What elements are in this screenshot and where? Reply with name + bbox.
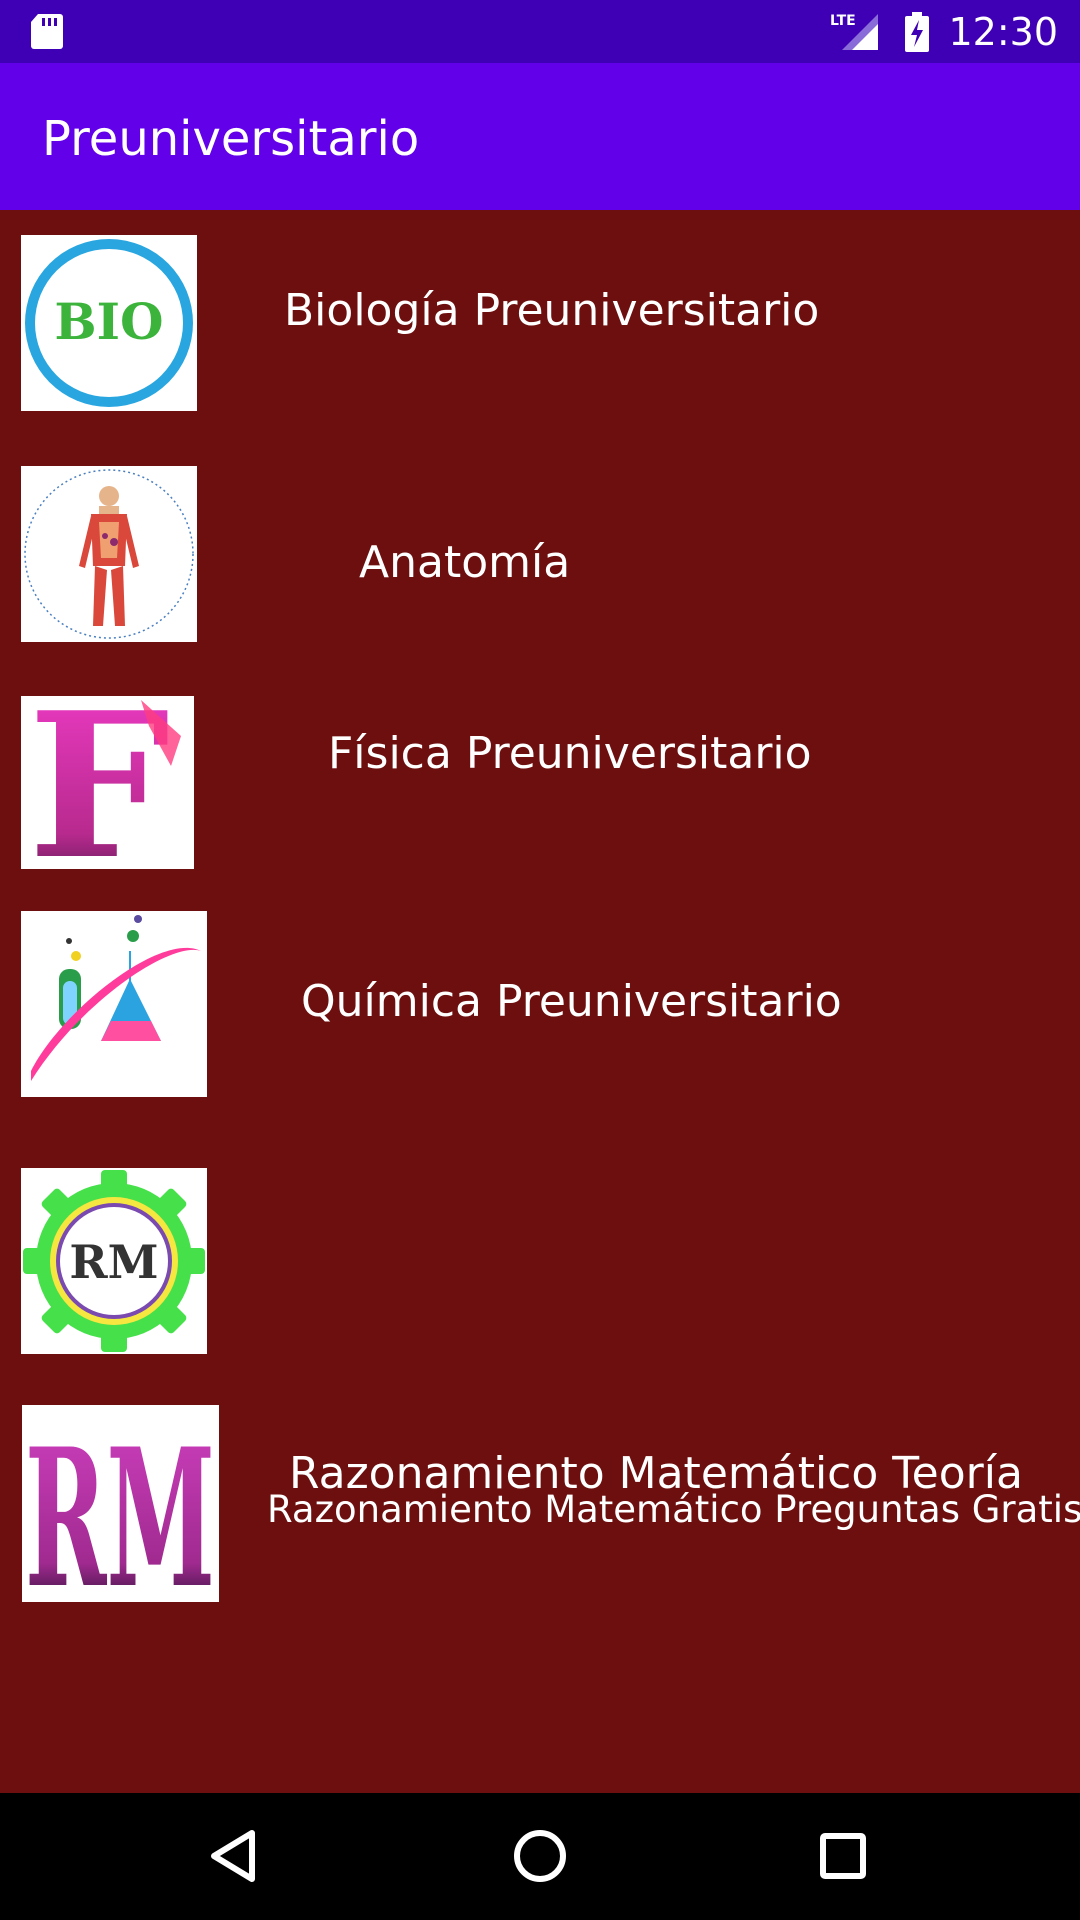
app-title: Preuniversitario bbox=[42, 111, 420, 167]
svg-text:BIO: BIO bbox=[54, 292, 163, 351]
bio-logo-icon: BIO bbox=[21, 235, 197, 411]
status-icons: LTE 12:30 bbox=[830, 0, 1058, 63]
svg-text:RM: RM bbox=[69, 1235, 158, 1289]
status-bar: LTE 12:30 bbox=[0, 0, 1080, 63]
list-item-fisica[interactable]: F Física Preuniversitario bbox=[0, 670, 1080, 870]
home-circle-icon[interactable] bbox=[505, 1821, 575, 1891]
app-bar: Preuniversitario bbox=[0, 63, 1080, 210]
list-item-anatomia[interactable]: Anatomía bbox=[0, 440, 1080, 650]
recents-square-icon[interactable] bbox=[808, 1821, 878, 1891]
back-triangle-icon[interactable] bbox=[200, 1821, 270, 1891]
item-label: Anatomía bbox=[359, 537, 571, 588]
subject-list: BIO Biología Preuniversitario Anatomía F… bbox=[0, 210, 1080, 1793]
anatomy-figure-icon bbox=[21, 466, 197, 642]
lte-signal-icon: LTE bbox=[830, 13, 879, 50]
list-item-biologia[interactable]: BIO Biología Preuniversitario bbox=[0, 210, 1080, 420]
svg-text:RM: RM bbox=[25, 1407, 215, 1602]
system-nav-bar bbox=[0, 1793, 1080, 1920]
list-item-rm-preguntas[interactable]: RM Razonamiento Matemático Preguntas Gra… bbox=[0, 1375, 1080, 1605]
physics-f-logo-icon: F bbox=[21, 696, 194, 869]
item-label: Química Preuniversitario bbox=[301, 976, 842, 1027]
item-label: Física Preuniversitario bbox=[328, 728, 812, 779]
chemistry-flask-icon bbox=[21, 911, 207, 1097]
sd-card-icon bbox=[31, 14, 63, 49]
item-label: Razonamiento Matemático Preguntas Gratis bbox=[267, 1488, 1080, 1531]
list-item-quimica[interactable]: Química Preuniversitario bbox=[0, 890, 1080, 1120]
rm-gear-logo-icon: RM bbox=[21, 1168, 207, 1354]
rm-letters-logo-icon: RM bbox=[22, 1405, 219, 1602]
status-time: 12:30 bbox=[948, 9, 1058, 54]
item-label: Biología Preuniversitario bbox=[284, 285, 820, 336]
svg-text:LTE: LTE bbox=[830, 13, 856, 29]
list-item-rm-teoria[interactable]: RM Razonamiento Matemático Teoría bbox=[0, 1140, 1080, 1499]
battery-charging-icon bbox=[905, 11, 930, 52]
